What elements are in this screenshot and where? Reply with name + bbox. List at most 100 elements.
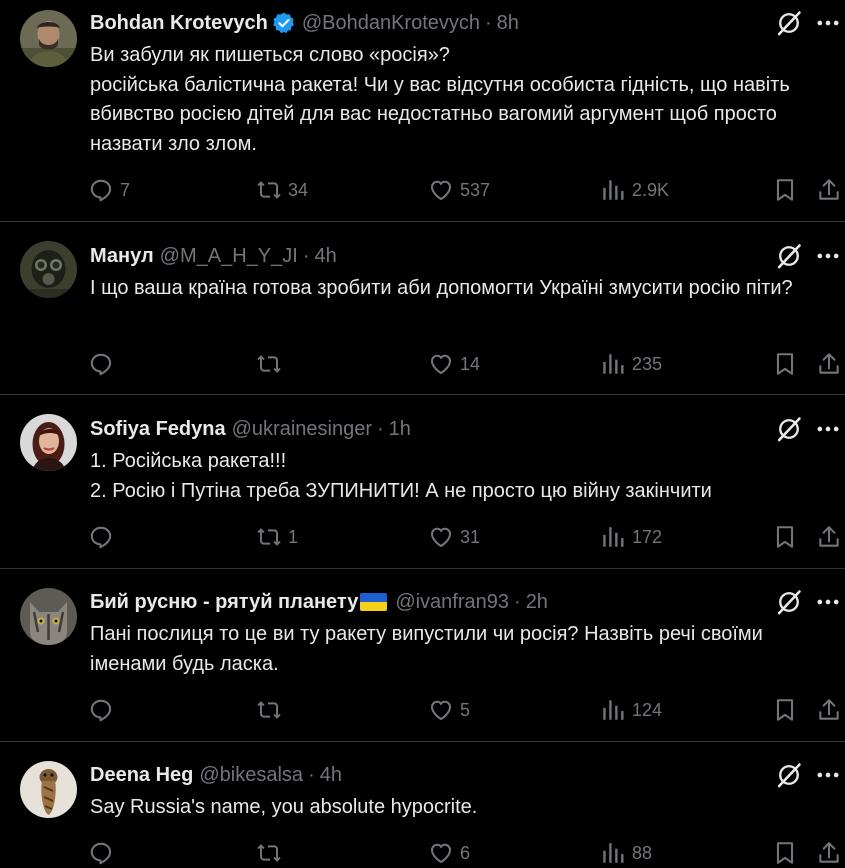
grok-icon[interactable] bbox=[775, 588, 803, 616]
view-count: 172 bbox=[632, 526, 663, 547]
tweet[interactable]: Deena Heg @bikesalsa · 4h Say Russia's n… bbox=[0, 742, 845, 866]
author-name[interactable]: Sofiya Fedyna bbox=[90, 416, 226, 442]
separator-dot: · bbox=[514, 591, 521, 613]
like-icon bbox=[428, 351, 454, 377]
author-name[interactable]: Bohdan Krotevych bbox=[90, 10, 268, 36]
tweet-text: Ви забули як пишеться слово «росія»? рос… bbox=[90, 41, 830, 159]
verified-icon bbox=[272, 11, 296, 35]
reply-button[interactable] bbox=[88, 522, 120, 552]
share-icon bbox=[816, 697, 842, 723]
like-button[interactable]: 537 bbox=[428, 175, 490, 205]
share-button[interactable] bbox=[816, 175, 842, 205]
more-icon[interactable] bbox=[814, 588, 842, 616]
retweet-button[interactable]: 34 bbox=[256, 175, 308, 205]
bookmark-button[interactable] bbox=[772, 349, 798, 379]
tweet-header: Бий русню - рятуй планету @ivanfran93 · … bbox=[90, 589, 745, 615]
bookmark-button[interactable] bbox=[772, 522, 798, 552]
like-button[interactable]: 5 bbox=[428, 695, 470, 725]
retweet-button[interactable] bbox=[256, 349, 288, 379]
timestamp[interactable]: 4h bbox=[320, 762, 342, 788]
timestamp[interactable]: 4h bbox=[314, 243, 336, 269]
bookmark-button[interactable] bbox=[772, 695, 798, 725]
author-handle[interactable]: @M_A_H_Y_JI bbox=[160, 243, 298, 269]
action-bar: 6 88 bbox=[88, 838, 840, 868]
views-button[interactable]: 88 bbox=[600, 838, 652, 868]
tweet-text-line: Ви забули як пишеться слово «росія»? bbox=[90, 44, 450, 66]
reply-button[interactable] bbox=[88, 838, 120, 868]
tweet[interactable]: Bohdan Krotevych @BohdanKrotevych · 8h В… bbox=[0, 0, 845, 222]
action-bar: 7 34 537 2.9K bbox=[88, 175, 840, 205]
separator-dot: · bbox=[376, 418, 384, 440]
timestamp[interactable]: 8h bbox=[497, 10, 519, 36]
retweet-count: 34 bbox=[288, 179, 309, 200]
author-name[interactable]: Бий русню - рятуй планету bbox=[90, 589, 358, 615]
retweet-icon bbox=[256, 351, 282, 377]
avatar[interactable] bbox=[20, 10, 77, 67]
grok-icon[interactable] bbox=[775, 761, 803, 789]
tweet-text-line: І що ваша країна готова зробити аби допо… bbox=[90, 277, 793, 299]
action-bar: 14 235 bbox=[88, 349, 840, 379]
retweet-icon bbox=[256, 697, 282, 723]
share-icon bbox=[816, 177, 842, 203]
timestamp[interactable]: 2h bbox=[526, 589, 548, 615]
tweet[interactable]: Бий русню - рятуй планету @ivanfran93 · … bbox=[0, 569, 845, 742]
share-button[interactable] bbox=[816, 522, 842, 552]
avatar[interactable] bbox=[20, 241, 77, 298]
like-count: 5 bbox=[460, 699, 471, 720]
retweet-count: 1 bbox=[288, 526, 299, 547]
views-icon bbox=[600, 524, 626, 550]
share-button[interactable] bbox=[816, 349, 842, 379]
author-handle[interactable]: @bikesalsa bbox=[199, 762, 303, 788]
reply-icon bbox=[88, 697, 114, 723]
bookmark-icon bbox=[772, 177, 798, 203]
views-button[interactable]: 124 bbox=[600, 695, 662, 725]
bookmark-button[interactable] bbox=[772, 175, 798, 205]
share-button[interactable] bbox=[816, 695, 842, 725]
like-button[interactable]: 31 bbox=[428, 522, 480, 552]
grok-icon[interactable] bbox=[775, 9, 803, 37]
grok-icon[interactable] bbox=[775, 415, 803, 443]
retweet-button[interactable] bbox=[256, 838, 288, 868]
author-handle[interactable]: @ivanfran93 bbox=[395, 589, 509, 615]
views-button[interactable]: 2.9K bbox=[600, 175, 669, 205]
reply-count: 7 bbox=[120, 179, 131, 200]
timestamp[interactable]: 1h bbox=[389, 416, 411, 442]
views-button[interactable]: 172 bbox=[600, 522, 662, 552]
tweet-text-line: Пані послиця то це ви ту ракету випустил… bbox=[90, 623, 763, 675]
author-name[interactable]: Манул bbox=[90, 243, 154, 269]
author-handle[interactable]: @BohdanKrotevych bbox=[302, 10, 480, 36]
reply-icon bbox=[88, 351, 114, 377]
views-button[interactable]: 235 bbox=[600, 349, 662, 379]
retweet-button[interactable]: 1 bbox=[256, 522, 298, 552]
reply-button[interactable] bbox=[88, 349, 120, 379]
more-icon[interactable] bbox=[814, 242, 842, 270]
retweet-icon bbox=[256, 840, 282, 866]
reply-button[interactable] bbox=[88, 695, 120, 725]
tweet[interactable]: Sofiya Fedyna @ukrainesinger · 1h 1. Рос… bbox=[0, 395, 845, 569]
more-icon[interactable] bbox=[814, 415, 842, 443]
author-name[interactable]: Deena Heg bbox=[90, 762, 193, 788]
grok-icon[interactable] bbox=[775, 242, 803, 270]
reply-icon bbox=[88, 840, 114, 866]
more-icon[interactable] bbox=[814, 9, 842, 37]
tweet[interactable]: Манул @M_A_H_Y_JI · 4h І що ваша країна … bbox=[0, 222, 845, 395]
author-handle[interactable]: @ukrainesinger bbox=[232, 416, 372, 442]
more-icon[interactable] bbox=[814, 761, 842, 789]
avatar[interactable] bbox=[20, 588, 77, 645]
retweet-button[interactable] bbox=[256, 695, 288, 725]
avatar[interactable] bbox=[20, 761, 77, 818]
like-icon bbox=[428, 524, 454, 550]
like-button[interactable]: 14 bbox=[428, 349, 480, 379]
bookmark-button[interactable] bbox=[772, 838, 798, 868]
tweet-header: Bohdan Krotevych @BohdanKrotevych · 8h bbox=[90, 10, 745, 36]
view-count: 2.9K bbox=[632, 179, 670, 200]
tweet-header: Манул @M_A_H_Y_JI · 4h bbox=[90, 243, 745, 269]
avatar[interactable] bbox=[20, 414, 77, 471]
like-button[interactable]: 6 bbox=[428, 838, 470, 868]
bookmark-icon bbox=[772, 697, 798, 723]
action-bar: 1 31 172 bbox=[88, 522, 840, 552]
like-count: 6 bbox=[460, 842, 471, 863]
tweet-text: Say Russia's name, you absolute hypocrit… bbox=[90, 793, 830, 823]
share-button[interactable] bbox=[816, 838, 842, 868]
reply-button[interactable]: 7 bbox=[88, 175, 130, 205]
